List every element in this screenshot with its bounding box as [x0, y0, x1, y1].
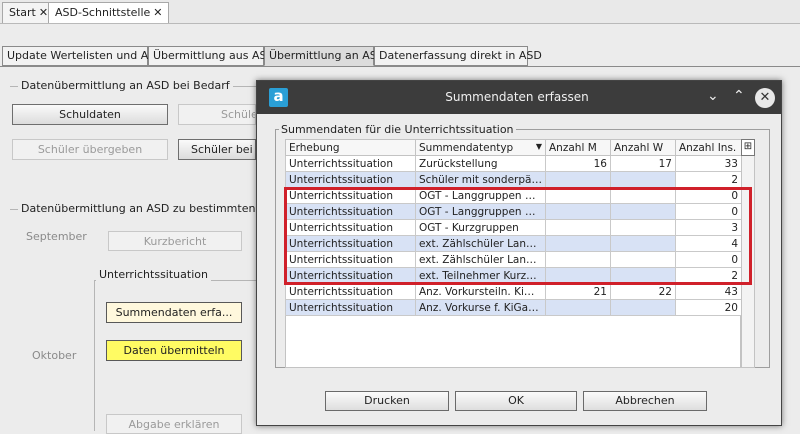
cell-anzahl-m[interactable]: [545, 299, 611, 316]
cell-anzahl-w[interactable]: 17: [610, 155, 676, 172]
doc-tab-label: Start: [9, 6, 36, 19]
column-header-anzahl-ins[interactable]: Anzahl Ins.: [675, 139, 742, 156]
highlight-box: [284, 187, 752, 285]
minimize-icon[interactable]: ⌄: [707, 88, 719, 104]
schuldaten-button[interactable]: Schuldaten: [12, 104, 168, 125]
tab-uebermittlung-aus-asd[interactable]: Übermittlung aus ASD: [148, 46, 275, 66]
cell-summendatentyp[interactable]: Anz. Vorkursteiln. KiGa-...: [415, 283, 546, 300]
schueler-bei-asd-button[interactable]: Schüler bei A: [178, 139, 256, 160]
kurzbericht-button[interactable]: Kurzbericht: [108, 231, 242, 251]
doc-tab-asd-schnittstelle[interactable]: ASD-Schnittstelle ✕: [48, 2, 169, 23]
tab-uebermittlung-an-asd[interactable]: Übermittlung an ASD: [264, 46, 385, 66]
cell-erhebung[interactable]: Unterrichtssituation: [285, 283, 416, 300]
sort-desc-icon: ▼: [535, 141, 542, 151]
cell-erhebung[interactable]: Unterrichtssituation: [285, 155, 416, 172]
column-header-anzahl-m[interactable]: Anzahl M: [545, 139, 611, 156]
close-icon[interactable]: ✕: [755, 88, 775, 108]
cell-anzahl-m[interactable]: 21: [545, 283, 611, 300]
tab-datenerfassung-direkt[interactable]: Datenerfassung direkt in ASD: [374, 46, 542, 66]
abgabe-erklaeren-button[interactable]: Abgabe erklären: [106, 414, 242, 434]
table-row[interactable]: Unterrichtssituation Zurückstellung 16 1…: [285, 155, 742, 172]
cell-anzahl-m[interactable]: 16: [545, 155, 611, 172]
cell-anzahl-ins[interactable]: 43: [675, 283, 742, 300]
label-oktober: Oktober: [32, 349, 77, 362]
table-row[interactable]: Unterrichtssituation Anz. Vorkursteiln. …: [285, 283, 742, 300]
cell-erhebung[interactable]: Unterrichtssituation: [285, 299, 416, 316]
cell-anzahl-ins[interactable]: 2: [675, 171, 742, 188]
cell-summendatentyp[interactable]: Zurückstellung: [415, 155, 546, 172]
maximize-icon[interactable]: ⌃: [733, 88, 745, 104]
drucken-button[interactable]: Drucken: [325, 391, 449, 411]
cell-summendatentyp[interactable]: Anz. Vorkurse f. KiGa-Ki...: [415, 299, 546, 316]
column-header-label: Summendatentyp: [419, 141, 514, 154]
ok-button[interactable]: OK: [455, 391, 577, 411]
abbrechen-button[interactable]: Abbrechen: [583, 391, 707, 411]
cell-anzahl-w[interactable]: [610, 299, 676, 316]
daten-uebermitteln-button[interactable]: Daten übermitteln: [106, 340, 242, 361]
cell-summendatentyp[interactable]: Schüler mit sonderpäd...: [415, 171, 546, 188]
group-title-bedarf: Datenübermittlung an ASD bei Bedarf: [18, 79, 233, 92]
column-header-anzahl-w[interactable]: Anzahl W: [610, 139, 676, 156]
frame-title: Summendaten für die Unterrichtssituation: [279, 123, 516, 136]
cell-anzahl-ins[interactable]: 33: [675, 155, 742, 172]
close-icon[interactable]: ✕: [153, 6, 162, 19]
schueler-button-partial[interactable]: Schüle: [178, 104, 256, 125]
group-title-termine: Datenübermittlung an ASD zu bestimmten T…: [18, 202, 283, 215]
cell-anzahl-ins[interactable]: 20: [675, 299, 742, 316]
app-logo-icon: a: [269, 88, 288, 107]
tab-content-border: [0, 66, 800, 67]
dialog-titlebar[interactable]: a Summendaten erfassen ⌄ ⌃ ✕: [257, 81, 781, 114]
group-title-unterrichtssituation: Unterrichtssituation: [96, 268, 211, 281]
doc-tab-label: ASD-Schnittstelle: [55, 6, 151, 19]
label-september: September: [26, 230, 87, 243]
cell-anzahl-w[interactable]: 22: [610, 283, 676, 300]
summendaten-erfassen-button[interactable]: Summendaten erfa...: [106, 302, 242, 323]
table-row[interactable]: Unterrichtssituation Anz. Vorkurse f. Ki…: [285, 299, 742, 316]
table-row[interactable]: Unterrichtssituation Schüler mit sonderp…: [285, 171, 742, 188]
group-line: [94, 280, 95, 431]
column-header-summendatentyp[interactable]: Summendatentyp ▼: [415, 139, 546, 156]
schueler-uebergeben-button[interactable]: Schüler übergeben: [12, 139, 168, 160]
dialog-title: Summendaten erfassen: [445, 90, 589, 104]
doc-tab-start[interactable]: Start ✕: [2, 2, 55, 23]
column-header-erhebung[interactable]: Erhebung: [285, 139, 416, 156]
close-icon[interactable]: ✕: [39, 6, 48, 19]
cell-erhebung[interactable]: Unterrichtssituation: [285, 171, 416, 188]
cell-anzahl-m[interactable]: [545, 171, 611, 188]
tab-update-wertelisten[interactable]: Update Wertelisten und ASV: [2, 46, 163, 66]
table-header-row: Erhebung Summendatentyp ▼ Anzahl M Anzahl…: [285, 139, 742, 156]
cell-anzahl-w[interactable]: [610, 171, 676, 188]
column-chooser-icon[interactable]: ⊞: [741, 139, 755, 156]
